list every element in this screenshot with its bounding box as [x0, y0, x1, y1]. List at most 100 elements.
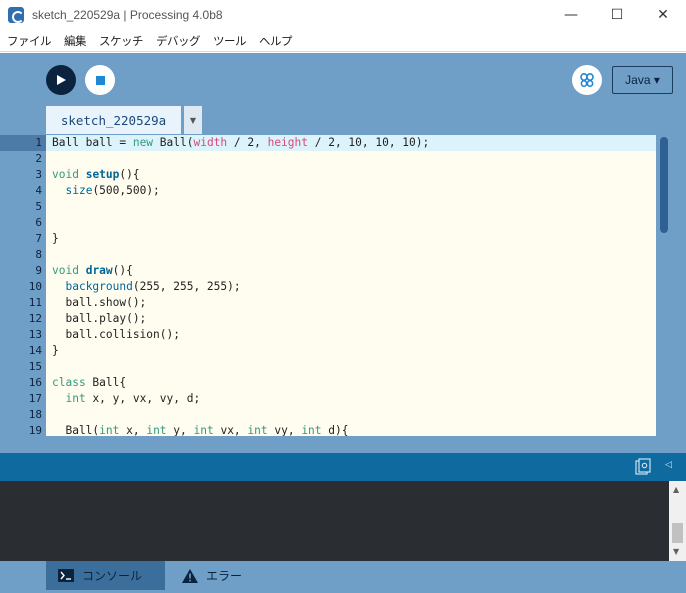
line-number: 9 [35, 264, 42, 277]
code-token: x, y, vx, vy, d; [85, 392, 201, 405]
console-scroll-down-icon[interactable]: ▼ [673, 547, 679, 556]
code-token: x, [119, 424, 147, 436]
code-line[interactable]: } [52, 343, 59, 359]
copy-console-icon[interactable] [634, 458, 652, 476]
console-scrollbar[interactable]: ▲ ▼ [669, 481, 686, 561]
line-number: 15 [28, 360, 42, 373]
tab-sketch[interactable]: sketch_220529a [46, 106, 181, 134]
menu-sketch[interactable]: スケッチ [92, 33, 149, 49]
code-token: Ball ball = [52, 136, 133, 149]
tab-console[interactable]: コンソール [46, 561, 165, 590]
code-token: draw [85, 264, 113, 277]
line-number: 19 [28, 424, 42, 436]
code-line[interactable]: void setup(){ [52, 167, 140, 183]
minimize-button[interactable]: — [548, 0, 594, 30]
console-scrollbar-thumb[interactable] [672, 523, 683, 543]
code-token: ball.show(); [52, 296, 147, 309]
debug-button[interactable] [572, 65, 602, 95]
line-number: 8 [35, 248, 42, 261]
code-token: (500,500); [92, 184, 160, 197]
line-number: 13 [28, 328, 42, 341]
editor-scrollbar[interactable] [657, 135, 671, 436]
collapse-arrow-icon[interactable]: ◁ [665, 460, 672, 470]
line-number: 6 [35, 216, 42, 229]
window-controls: — ☐ ✕ [548, 0, 686, 30]
editor-scrollbar-thumb[interactable] [660, 137, 668, 233]
line-number: 1 [35, 136, 42, 149]
line-number: 2 [35, 152, 42, 165]
code-line[interactable]: ball.play(); [52, 311, 146, 327]
code-token: (){ [119, 168, 140, 181]
code-line[interactable]: Ball ball = new Ball(width / 2, height /… [52, 135, 429, 151]
code-line[interactable]: void draw(){ [52, 263, 133, 279]
menu-tools[interactable]: ツール [206, 33, 252, 49]
run-button[interactable] [46, 65, 76, 95]
menu-edit[interactable]: 編集 [57, 33, 92, 49]
console-output[interactable] [0, 481, 669, 561]
code-line[interactable]: size(500,500); [52, 183, 160, 199]
code-line[interactable]: } [52, 231, 59, 247]
close-button[interactable]: ✕ [640, 0, 686, 30]
code-token: new [132, 136, 154, 149]
tab-errors[interactable]: エラー [170, 561, 270, 590]
title-bar: sketch_220529a | Processing 4.0b8 — ☐ ✕ [0, 0, 686, 30]
maximize-button[interactable]: ☐ [594, 0, 640, 30]
code-token: (255, 255, 255); [132, 280, 241, 293]
code-token: size [65, 184, 93, 197]
code-token: Ball( [52, 424, 100, 436]
code-token: setup [85, 168, 120, 181]
code-token: ball.collision(); [52, 328, 180, 341]
status-bar: ◁ [0, 453, 686, 481]
code-token: width [193, 136, 228, 149]
code-line[interactable]: ball.show(); [52, 295, 146, 311]
menu-debug[interactable]: デバッグ [149, 33, 206, 49]
code-token: (){ [112, 264, 133, 277]
menu-file[interactable]: ファイル [0, 33, 57, 49]
code-token: background [65, 280, 133, 293]
code-token: int [193, 424, 214, 436]
tab-menu-button[interactable]: ▼ [184, 106, 202, 134]
code-token: void [52, 264, 79, 277]
line-number: 10 [28, 280, 42, 293]
butterfly-icon [580, 72, 594, 88]
code-token: d){ [321, 424, 349, 436]
code-line[interactable]: background(255, 255, 255); [52, 279, 241, 295]
code-token: Ball( [153, 136, 194, 149]
code-line[interactable]: ball.collision(); [52, 327, 180, 343]
stop-icon [95, 75, 105, 85]
warning-icon [182, 568, 198, 583]
code-token: ball.play(); [52, 312, 147, 325]
code-line[interactable]: Ball(int x, int y, int vx, int vy, int d… [52, 423, 348, 436]
code-token: void [52, 168, 79, 181]
code-editor[interactable]: Ball ball = new Ball(width / 2, height /… [46, 135, 656, 436]
code-line[interactable]: int x, y, vx, vy, d; [52, 391, 200, 407]
processing-app-icon [8, 7, 24, 23]
line-number-gutter: 1 2 3 4 5 6 7 8 9 10 11 12 13 14 15 16 17 18 19 [0, 135, 46, 436]
menu-help[interactable]: ヘルプ [252, 33, 298, 49]
line-number: 4 [35, 184, 42, 197]
code-line[interactable]: class Ball{ [52, 375, 126, 391]
line-number: 3 [35, 168, 42, 181]
line-number: 11 [28, 296, 42, 309]
mode-selector[interactable]: Java ▾ [612, 66, 673, 94]
code-token: int [146, 424, 167, 436]
tab-console-label: コンソール [82, 569, 143, 583]
tab-errors-label: エラー [206, 569, 243, 583]
line-number: 12 [28, 312, 42, 325]
line-number: 17 [28, 392, 42, 405]
stop-button[interactable] [85, 65, 115, 95]
code-token: height [267, 136, 308, 149]
code-token: / 2, [227, 136, 268, 149]
code-token: Ball{ [85, 376, 127, 389]
line-number: 5 [35, 200, 42, 213]
line-number: 7 [35, 232, 42, 245]
console-scroll-up-icon[interactable]: ▲ [673, 485, 679, 494]
code-token: / 2, 10, 10, 10); [308, 136, 430, 149]
code-token: } [52, 344, 59, 357]
code-token: vx, [213, 424, 248, 436]
code-token: vy, [267, 424, 302, 436]
